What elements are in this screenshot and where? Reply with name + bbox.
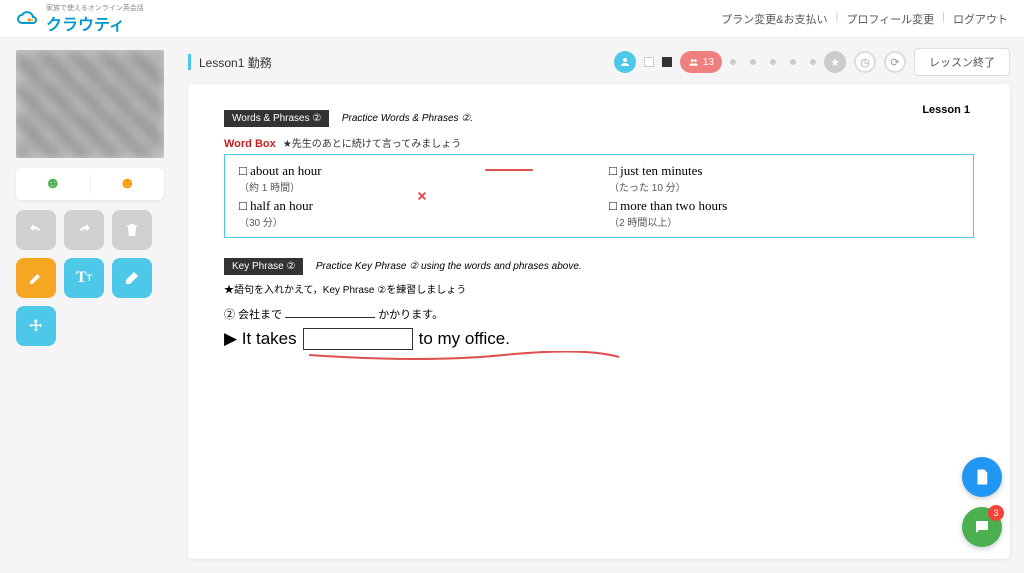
lesson-number: Lesson 1	[922, 104, 970, 116]
sad-button[interactable]: ☻	[91, 175, 165, 193]
lesson-title: Lesson1 勤務	[199, 54, 272, 71]
word-item: □ just ten minutes（たった 10 分）	[609, 163, 959, 194]
annotation-line	[485, 169, 533, 171]
eraser-button[interactable]	[112, 258, 152, 298]
keyphrase-en: ▶ It takes to my office.	[224, 328, 974, 350]
participant-count: 13	[703, 57, 714, 68]
keyphrase-sub: Practice Key Phrase ② using the words an…	[316, 261, 582, 272]
blank-en	[303, 328, 413, 350]
tool-palette: TT	[16, 210, 164, 346]
end-lesson-button[interactable]: レッスン終了	[914, 48, 1010, 76]
content-area: Lesson1 勤務 13 ★ ◷ ⟳ レッスン終了 Lesson 1	[180, 38, 1024, 573]
chat-icon	[973, 518, 991, 536]
redo-button[interactable]	[64, 210, 104, 250]
word-item: □ about an hour（約 1 時間）	[239, 163, 589, 194]
nav-profile[interactable]: プロフィール変更	[846, 11, 934, 27]
words-section-sub: Practice Words & Phrases ②.	[342, 113, 473, 124]
undo-button[interactable]	[16, 210, 56, 250]
pen-button[interactable]	[16, 258, 56, 298]
happy-button[interactable]: ☻	[16, 175, 90, 193]
user-icon[interactable]	[614, 51, 636, 73]
annotation-curve	[304, 351, 624, 363]
feedback-bar: ☻ ☻	[16, 168, 164, 200]
word-item: □ more than two hours（2 時間以上）	[609, 198, 959, 229]
brand-name: クラウティ	[46, 11, 144, 35]
wordbox-heading: Word Box ★先生のあとに続けて言ってみましょう	[224, 135, 974, 150]
chat-fab[interactable]: 3	[962, 507, 1002, 547]
words-section-label: Words & Phrases ②	[224, 110, 329, 127]
sidebar: ☻ ☻ TT	[0, 38, 180, 573]
text-button[interactable]: TT	[64, 258, 104, 298]
header-nav: プラン変更&お支払い | プロフィール変更 | ログアウト	[721, 11, 1008, 27]
lesson-topbar: Lesson1 勤務 13 ★ ◷ ⟳ レッスン終了	[188, 48, 1010, 76]
slide-canvas[interactable]: Lesson 1 Words & Phrases ② Practice Word…	[188, 84, 1010, 559]
chat-badge: 3	[988, 505, 1004, 521]
keyphrase-instruction: ★語句を入れかえて，Key Phrase ②を練習しましょう	[224, 281, 974, 296]
cloud-icon	[16, 7, 40, 31]
video-feed[interactable]	[16, 50, 164, 158]
keyphrase-jp: ② 会社まで かかります。	[224, 306, 974, 322]
nav-plan[interactable]: プラン変更&お支払い	[721, 11, 827, 27]
trash-button[interactable]	[112, 210, 152, 250]
word-box: □ about an hour（約 1 時間） □ just ten minut…	[224, 154, 974, 238]
color-white[interactable]	[644, 57, 654, 67]
keyphrase-section: Key Phrase ② Practice Key Phrase ② using…	[224, 256, 974, 368]
document-fab[interactable]	[962, 457, 1002, 497]
word-item: □ half an hour（30 分）	[239, 198, 589, 229]
keyphrase-label: Key Phrase ②	[224, 258, 303, 275]
document-icon	[973, 468, 991, 486]
move-button[interactable]	[16, 306, 56, 346]
participant-pill[interactable]: 13	[680, 51, 722, 73]
brand-logo[interactable]: 家族で使えるオンライン英会話 クラウティ	[16, 3, 144, 35]
people-icon	[688, 57, 699, 68]
star-button[interactable]: ★	[824, 51, 846, 73]
blank-jp	[285, 317, 375, 318]
clock-button[interactable]: ◷	[854, 51, 876, 73]
nav-logout[interactable]: ログアウト	[953, 11, 1008, 27]
app-header: 家族で使えるオンライン英会話 クラウティ プラン変更&お支払い | プロフィール…	[0, 0, 1024, 38]
refresh-button[interactable]: ⟳	[884, 51, 906, 73]
color-black[interactable]	[662, 57, 672, 67]
page-dots	[730, 59, 816, 65]
title-accent	[188, 54, 191, 70]
